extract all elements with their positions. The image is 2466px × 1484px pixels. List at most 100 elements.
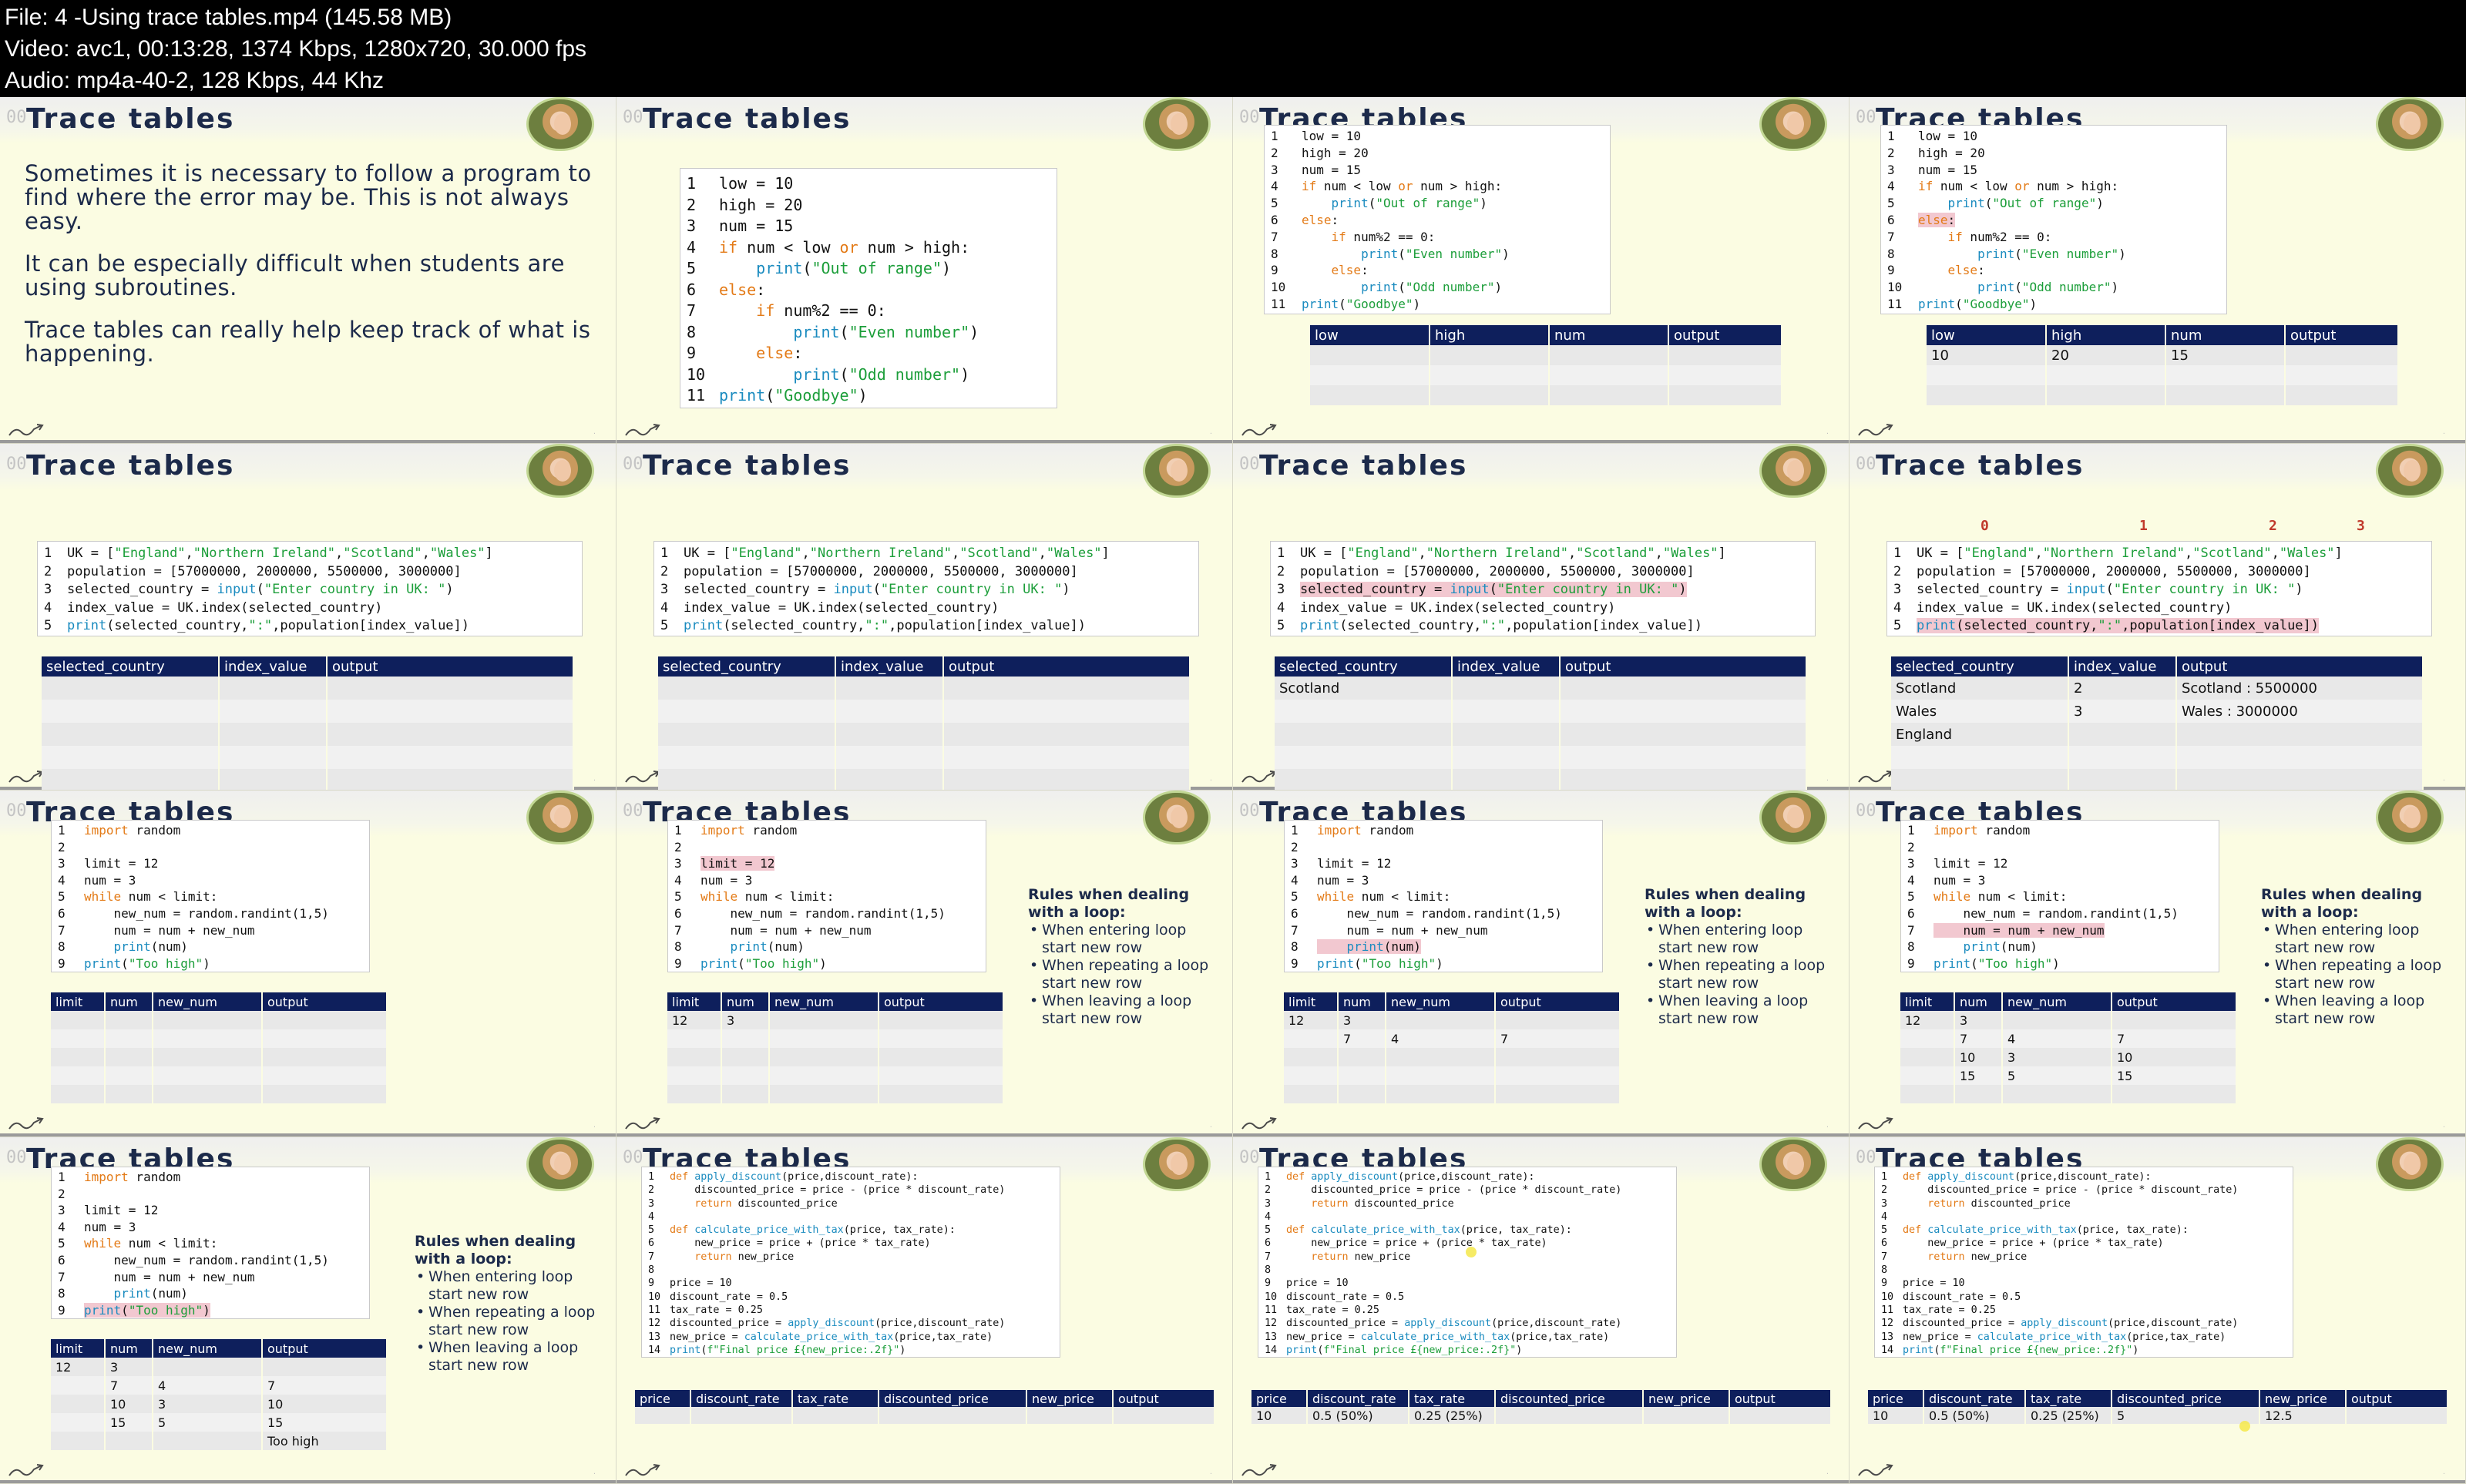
line-number: 1 — [58, 823, 66, 838]
code-text: while num < limit: — [1933, 889, 2068, 905]
line-number: 9 — [1881, 1278, 1888, 1290]
table-cell — [721, 1048, 770, 1066]
code-line: 8 print(num) — [58, 938, 363, 955]
code-text: print(num) — [113, 1286, 188, 1301]
presenter-avatar — [2376, 1137, 2444, 1191]
table-cell — [1560, 723, 1807, 746]
line-number: 5 — [58, 1236, 66, 1251]
line-number: 7 — [1265, 1251, 1272, 1263]
code-text: UK = ["England","Northern Ireland","Scot… — [684, 546, 1110, 561]
table-cell — [879, 1048, 1004, 1066]
table-row: 10 0.5 (50%) 0.25 (25%) — [1251, 1407, 1832, 1424]
code-text: print(selected_country,":",population[in… — [1300, 618, 1703, 633]
table-row: 12 3 — [1284, 1011, 1621, 1029]
presenter-avatar — [2376, 444, 2444, 498]
table-cell: 3 — [721, 1011, 770, 1029]
line-number: 2 — [648, 1184, 655, 1197]
table-cell — [327, 723, 574, 746]
table-cell — [1386, 1048, 1496, 1066]
code-text: discounted_price = price - (price * disc… — [1286, 1184, 1622, 1197]
code-text: discount_rate = 0.5 — [670, 1291, 788, 1303]
code-text: new_price = calculate_price_with_tax(pri… — [1286, 1331, 1610, 1343]
line-number: 7 — [1907, 922, 1915, 938]
table-cell — [1310, 345, 1430, 365]
code-line: 6 else: — [1271, 212, 1604, 229]
slide-thumbnail[interactable]: 00 Trace tables · 1 UK = ["England","Norther… — [1233, 444, 1850, 791]
line-number: 9 — [58, 1302, 66, 1318]
table-cell — [1113, 1407, 1215, 1424]
code-line: 5 while num < limit: — [1291, 888, 1596, 905]
line-number: 2 — [58, 1186, 66, 1201]
slide-thumbnail[interactable]: 00 Trace tables · 1 low = 10 2 high = 20 3 num =… — [1233, 97, 1850, 444]
code-text: tax_rate = 0.25 — [1286, 1304, 1379, 1316]
code-block: 1 def apply_discount(price,discount_rate)… — [1258, 1167, 1677, 1358]
table-header-cell: selected_country — [42, 656, 220, 677]
table-cell — [262, 1358, 388, 1376]
slide-thumbnail[interactable]: 00 Trace tables · 1 def apply_discount(price… — [616, 1137, 1233, 1484]
table-row — [658, 700, 1191, 723]
line-number: 3 — [58, 1203, 66, 1218]
line-number: 12 — [648, 1318, 661, 1330]
slide-thumbnail[interactable]: 00 Trace tables · 1 low = 10 2 high = 20 3 num =… — [1850, 97, 2466, 444]
slide-thumbnail[interactable]: 00 Trace tables · Sometimes it is necessary… — [0, 97, 616, 444]
slide-thumbnail[interactable]: 00 Trace tables · 1 import random 2 3 limit = 1… — [0, 1137, 616, 1484]
line-number: 5 — [1893, 618, 1902, 633]
code-line: 1 def apply_discount(price,discount_rate)… — [648, 1170, 1053, 1184]
code-text: print(num) — [730, 939, 805, 955]
code-line: 9 print("Too high") — [1907, 955, 2212, 972]
slide-thumbnail[interactable]: 00 Trace tables · 1 UK = ["England","Norther… — [616, 444, 1233, 791]
code-line: 3 limit = 12 — [674, 855, 979, 872]
table-row — [1900, 1085, 2237, 1103]
line-number: 3 — [1271, 162, 1278, 177]
line-number: 2 — [660, 563, 669, 579]
code-line: 6 new_price = price + (price * tax_rate) — [1881, 1237, 2286, 1250]
table-cell — [1495, 1085, 1621, 1103]
table-header-cell: output — [943, 656, 1191, 677]
slide-thumbnail[interactable]: 00 Trace tables · 1 UK = ["England","Norther… — [1850, 444, 2466, 791]
code-text: selected_country = input("Enter country … — [684, 582, 1070, 597]
code-text: print("Out of range") — [756, 259, 952, 277]
table-cell — [1900, 1029, 1955, 1048]
line-number: 9 — [1887, 263, 1895, 278]
watermark-mark: · — [593, 1123, 596, 1132]
slide-progress-bar — [0, 440, 616, 443]
table-cell: 15 — [262, 1413, 388, 1432]
slide-thumbnail[interactable]: 00 Trace tables · 1 import random 2 3 limit = 1… — [0, 791, 616, 1137]
code-text: population = [57000000, 2000000, 5500000… — [67, 563, 462, 579]
slide-thumbnail[interactable]: 00 Trace tables · 1 UK = ["England","Norther… — [0, 444, 616, 791]
table-cell: 20 — [2046, 345, 2166, 365]
presenter-avatar — [1759, 791, 1827, 844]
slide-progress-bar — [1233, 1133, 1849, 1137]
slide-thumbnail[interactable]: 00 Trace tables · 1 low = 10 2 high = 20 3 num =… — [616, 97, 1233, 444]
presenter-face — [1787, 1153, 1804, 1175]
code-line: 2 high = 20 — [1887, 145, 2220, 162]
table-cell — [51, 1085, 106, 1103]
code-text: new_price = price + (price * tax_rate) — [670, 1237, 931, 1250]
line-number: 6 — [58, 1252, 66, 1267]
slide-thumbnail[interactable]: 00 Trace tables · 1 def apply_discount(price… — [1233, 1137, 1850, 1484]
code-text: if num < low or num > high: — [1918, 179, 2119, 194]
slide-progress-bar — [0, 1480, 616, 1483]
corner-timestamp: 00 — [1856, 801, 1876, 821]
table-cell — [690, 1407, 793, 1424]
line-number: 7 — [1271, 229, 1278, 244]
table-header-cell: selected_country — [658, 656, 836, 677]
code-line: 11 tax_rate = 0.25 — [648, 1304, 1053, 1317]
slide-thumbnail[interactable]: 00 Trace tables · 1 def apply_discount(price… — [1850, 1137, 2466, 1484]
table-header-cell: price — [1868, 1390, 1924, 1407]
slide-thumbnail[interactable]: 00 Trace tables · 1 import random 2 3 limit = 1… — [1850, 791, 2466, 1137]
code-text: index_value = UK.index(selected_country) — [1300, 599, 1616, 616]
table-cell: 5 — [153, 1413, 263, 1432]
code-line: 5 print("Out of range") — [1887, 195, 2220, 212]
code-line: 5 print(selected_country,":",population[i… — [44, 617, 576, 636]
code-text: print("Even number") — [1977, 246, 2126, 261]
slide-thumbnail[interactable]: 00 Trace tables · 1 import random 2 3 limit = 1… — [1233, 791, 1850, 1137]
table-cell — [1668, 385, 1782, 405]
code-text: limit = 12 — [84, 1203, 159, 1218]
slide-thumbnail[interactable]: 00 Trace tables · 1 import random 2 3 limit = 1… — [616, 791, 1233, 1137]
table-cell — [1560, 677, 1807, 700]
table-header-cell: new_num — [2002, 992, 2112, 1011]
table-cell — [667, 1085, 722, 1103]
presenter-avatar — [1143, 444, 1211, 498]
code-text: print(f"Final price £{new_price:.2f}") — [1903, 1344, 2139, 1356]
